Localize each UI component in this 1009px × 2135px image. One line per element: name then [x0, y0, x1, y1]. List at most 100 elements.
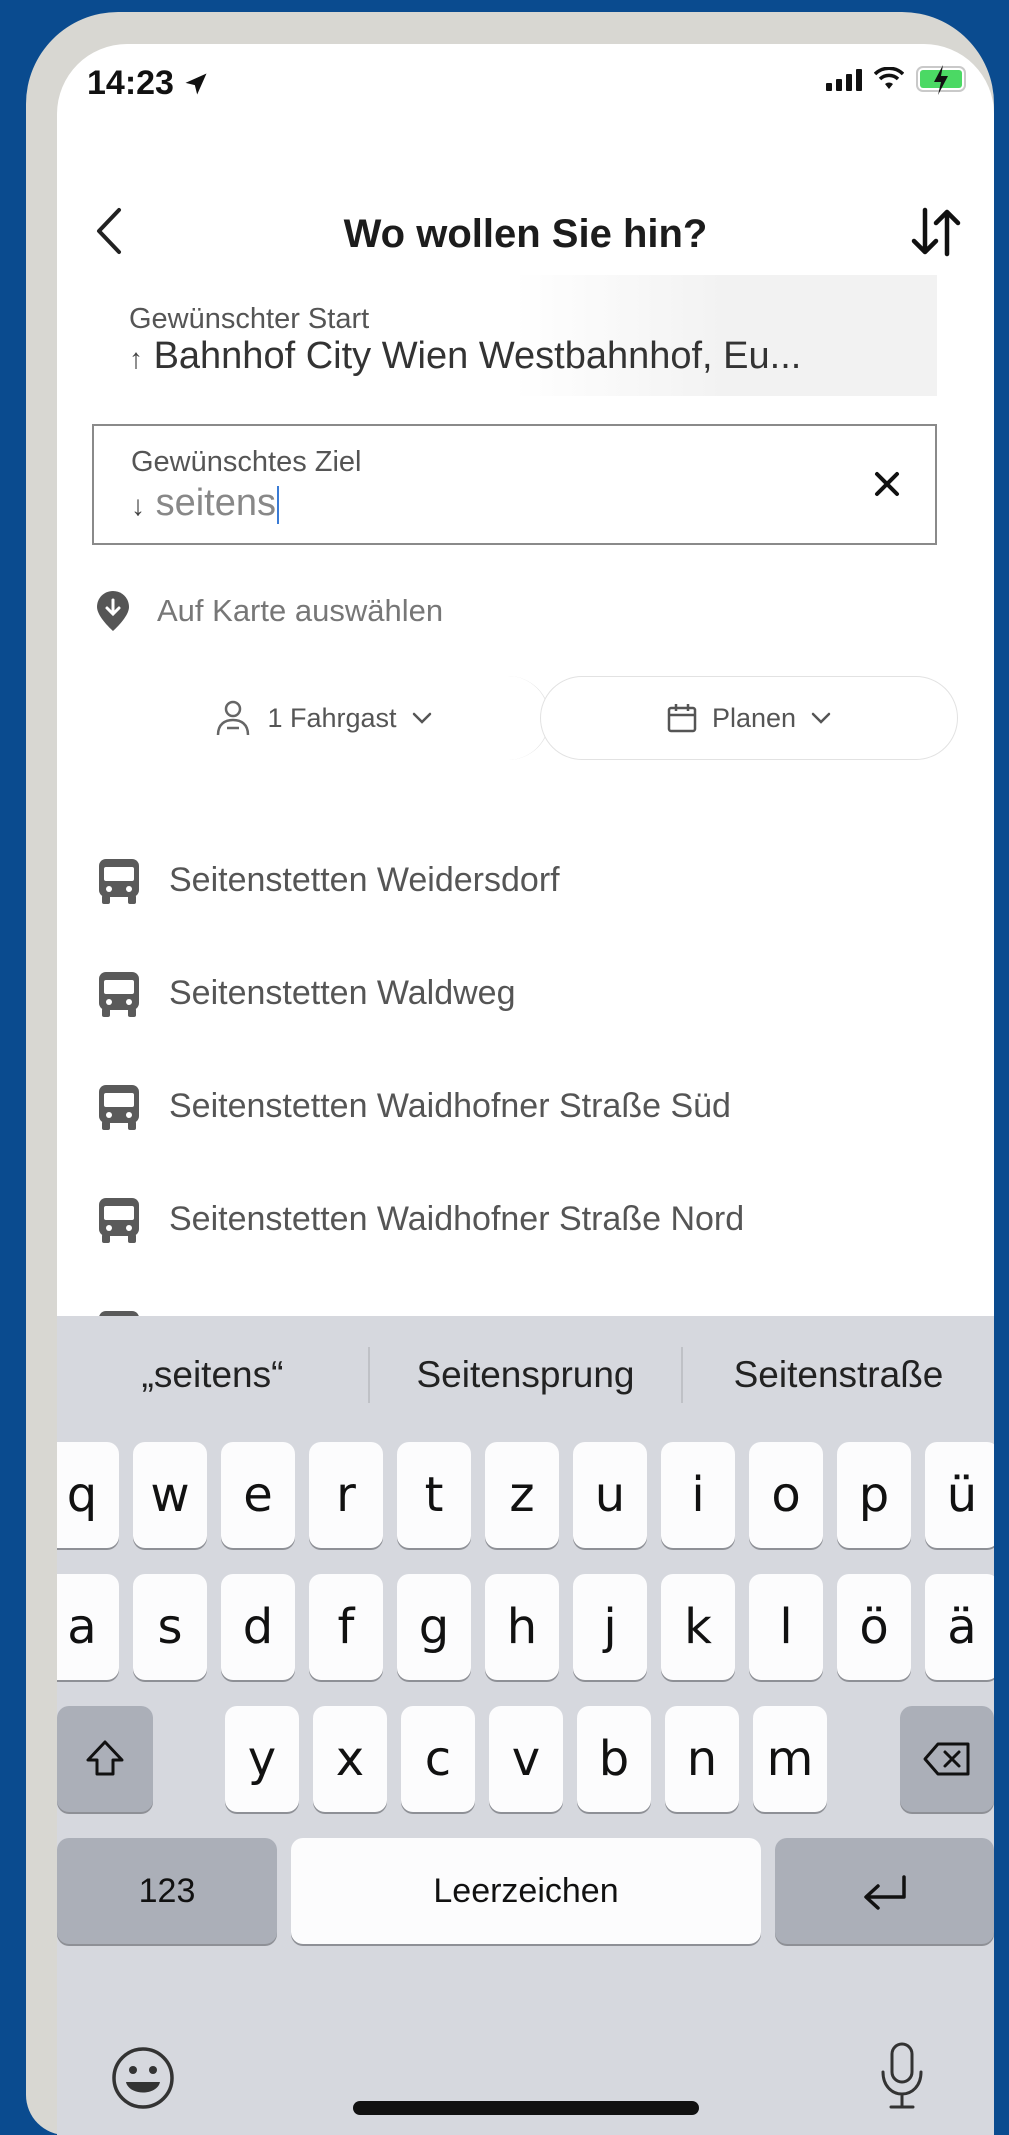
- return-icon: [863, 1875, 906, 1910]
- key-ä[interactable]: ä: [925, 1574, 994, 1680]
- key-row-3: yxcvbnm: [57, 1706, 994, 1814]
- person-icon: [217, 700, 250, 736]
- swap-button[interactable]: [908, 204, 964, 260]
- destination-field-value[interactable]: ↓ seitens: [131, 482, 279, 525]
- key-a[interactable]: a: [57, 1574, 119, 1680]
- key-row-4: 123 Leerzeichen: [57, 1838, 994, 1946]
- prediction-1[interactable]: „seitens“: [57, 1354, 368, 1396]
- start-field-text: Bahnhof City Wien Westbahnhof, Eu...: [153, 335, 802, 377]
- destination-field[interactable]: Gewünschtes Ziel ↓ seitens: [92, 424, 937, 545]
- location-arrow-icon: [185, 73, 207, 94]
- key-y[interactable]: y: [225, 1706, 299, 1812]
- key-l[interactable]: l: [749, 1574, 823, 1680]
- chevron-down-icon: [811, 712, 831, 724]
- passenger-label: 1 Fahrgast: [267, 702, 397, 733]
- arrow-down-icon: ↓: [131, 490, 145, 521]
- backspace-key[interactable]: [900, 1706, 994, 1812]
- backspace-icon: [923, 1742, 970, 1776]
- bus-icon: [99, 858, 139, 904]
- key-c[interactable]: c: [401, 1706, 475, 1812]
- key-o[interactable]: o: [749, 1442, 823, 1548]
- plan-selector[interactable]: Planen: [540, 676, 958, 760]
- home-indicator[interactable]: [353, 2101, 699, 2115]
- prediction-3[interactable]: Seitenstraße: [683, 1354, 994, 1396]
- suggestion-label: Seitenstetten Waldweg: [169, 974, 516, 1012]
- suggestion-label: Seitenstetten Waidhofner Straße Süd: [169, 1087, 731, 1125]
- key-n[interactable]: n: [665, 1706, 739, 1812]
- key-m[interactable]: m: [753, 1706, 827, 1812]
- numbers-key[interactable]: 123: [57, 1838, 277, 1944]
- key-q[interactable]: q: [57, 1442, 119, 1548]
- page-title: Wo wollen Sie hin?: [343, 212, 708, 256]
- passenger-selector[interactable]: 1 Fahrgast: [97, 676, 550, 760]
- bus-icon: [99, 971, 139, 1017]
- key-row-2: asdfghjklöä: [57, 1574, 994, 1682]
- start-field-value: ↑ Bahnhof City Wien Westbahnhof, Eu...: [129, 335, 801, 378]
- key-e[interactable]: e: [221, 1442, 295, 1548]
- arrow-up-icon: ↑: [129, 343, 143, 374]
- key-s[interactable]: s: [133, 1574, 207, 1680]
- bus-icon: [99, 1197, 139, 1243]
- suggestion-label: Seitenstetten Weidersdorf: [169, 861, 560, 899]
- shift-key[interactable]: [57, 1706, 153, 1812]
- key-ö[interactable]: ö: [837, 1574, 911, 1680]
- suggestion-item[interactable]: Seitenstetten Weidersdorf: [57, 824, 994, 937]
- suggestion-label: Seitenstetten Waidhofner Straße Nord: [169, 1200, 745, 1238]
- shift-icon: [86, 1740, 124, 1776]
- emoji-icon: [112, 2047, 174, 2109]
- text-cursor: [276, 485, 279, 524]
- battery-icon: [916, 65, 966, 95]
- close-icon: [875, 472, 899, 496]
- calendar-icon: [667, 704, 697, 733]
- key-k[interactable]: k: [661, 1574, 735, 1680]
- suggestion-item[interactable]: Seitenstetten Waidhofner Straße Süd: [57, 1050, 994, 1163]
- emoji-button[interactable]: [111, 2046, 175, 2115]
- map-select-row[interactable]: Auf Karte auswählen: [95, 589, 443, 633]
- suggestion-item[interactable]: Seitenstetten Waidhofner Straße Nord: [57, 1163, 994, 1276]
- chevron-down-icon: [412, 712, 431, 724]
- wifi-icon: [874, 67, 904, 89]
- map-pin-icon: [97, 591, 129, 631]
- key-g[interactable]: g: [397, 1574, 471, 1680]
- header: Wo wollen Sie hin?: [57, 194, 994, 274]
- key-i[interactable]: i: [661, 1442, 735, 1548]
- cellular-signal-icon: [826, 67, 862, 91]
- phone-screen: 14:23 Wo wollen Sie hin? Gewünschter Sta…: [57, 44, 994, 2135]
- key-t[interactable]: t: [397, 1442, 471, 1548]
- start-field[interactable]: Gewünschter Start ↑ Bahnhof City Wien We…: [92, 275, 937, 396]
- destination-input-text[interactable]: seitens: [156, 482, 276, 524]
- key-z[interactable]: z: [485, 1442, 559, 1548]
- key-row-1: qwertzuiopü: [57, 1442, 994, 1550]
- dictation-button[interactable]: [877, 2040, 927, 2117]
- status-time-text: 14:23: [87, 64, 174, 102]
- suggestion-item[interactable]: Seitenstetten Waldweg: [57, 937, 994, 1050]
- plan-label: Planen: [711, 702, 797, 733]
- keyboard: „seitens“ Seitensprung Seitenstraße qwer…: [57, 1316, 994, 2135]
- key-ü[interactable]: ü: [925, 1442, 994, 1548]
- return-key[interactable]: [775, 1838, 994, 1944]
- key-h[interactable]: h: [485, 1574, 559, 1680]
- key-v[interactable]: v: [489, 1706, 563, 1812]
- key-p[interactable]: p: [837, 1442, 911, 1548]
- start-field-label: Gewünschter Start: [129, 303, 370, 335]
- prediction-bar: „seitens“ Seitensprung Seitenstraße: [57, 1316, 994, 1434]
- key-j[interactable]: j: [573, 1574, 647, 1680]
- clear-button[interactable]: [867, 464, 907, 504]
- key-b[interactable]: b: [577, 1706, 651, 1812]
- key-x[interactable]: x: [313, 1706, 387, 1812]
- key-u[interactable]: u: [573, 1442, 647, 1548]
- key-w[interactable]: w: [133, 1442, 207, 1548]
- space-key[interactable]: Leerzeichen: [291, 1838, 761, 1944]
- microphone-icon: [881, 2042, 923, 2109]
- key-r[interactable]: r: [309, 1442, 383, 1548]
- key-d[interactable]: d: [221, 1574, 295, 1680]
- swap-vertical-icon: [911, 207, 961, 257]
- status-time: 14:23: [87, 64, 210, 103]
- map-select-label: Auf Karte auswählen: [157, 593, 444, 628]
- key-f[interactable]: f: [309, 1574, 383, 1680]
- bus-icon: [99, 1084, 139, 1130]
- prediction-2[interactable]: Seitensprung: [370, 1354, 681, 1396]
- suggestion-list: Seitenstetten Weidersdorf Seitenstetten W…: [57, 824, 994, 1389]
- status-indicators: [826, 65, 966, 95]
- destination-field-label: Gewünschtes Ziel: [131, 446, 362, 478]
